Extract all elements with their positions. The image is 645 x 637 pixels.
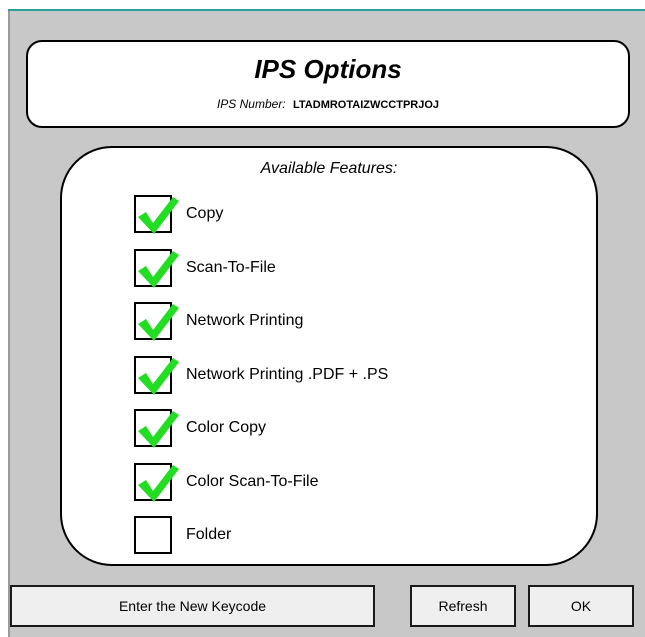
feature-checkbox[interactable]: [134, 195, 179, 234]
refresh-button[interactable]: Refresh: [410, 585, 516, 627]
feature-checkbox[interactable]: [134, 248, 179, 288]
features-header: Available Features:: [260, 160, 398, 177]
feature-label: Network Printing .PDF + .PS: [186, 365, 389, 383]
dialog-title: IPS Options: [254, 54, 402, 84]
ips-number-label: IPS Number:: [216, 97, 286, 111]
green-check-icon: [138, 304, 179, 341]
feature-item: Network Printing .PDF + .PS: [134, 355, 554, 395]
ips-number-value: LTADMROTAIZWCCTPRJOJ: [293, 99, 440, 111]
window-left-edge: [8, 11, 10, 637]
feature-item: Color Copy: [134, 408, 554, 448]
green-check-icon: [138, 464, 179, 502]
feature-label: Color Scan-To-File: [186, 472, 319, 490]
feature-checkbox[interactable]: [134, 409, 179, 448]
feature-checkbox[interactable]: [134, 516, 172, 554]
ok-button[interactable]: OK: [528, 585, 634, 627]
feature-checkbox[interactable]: [134, 462, 179, 502]
feature-item: Scan-To-File: [134, 248, 554, 288]
feature-label: Folder: [186, 526, 232, 543]
feature-label: Color Copy: [186, 419, 267, 436]
ips-options-window: IPS Options IPS Number: LTADMROTAIZWCCTP…: [0, 0, 645, 637]
feature-label: Copy: [186, 205, 224, 222]
feature-label: Scan-To-File: [186, 258, 276, 276]
header-panel: IPS Options IPS Number: LTADMROTAIZWCCTP…: [26, 40, 630, 128]
feature-item: Copy: [134, 194, 554, 234]
feature-item: Folder: [134, 515, 554, 555]
feature-label: Network Printing: [186, 312, 304, 329]
green-check-icon: [138, 197, 179, 234]
features-panel: Available Features: Copy Scan-To-File Netw…: [60, 146, 598, 566]
feature-checkbox[interactable]: [134, 355, 179, 395]
enter-keycode-button[interactable]: Enter the New Keycode: [10, 585, 375, 627]
green-check-icon: [138, 250, 179, 288]
green-check-icon: [138, 411, 179, 448]
feature-item: Color Scan-To-File: [134, 462, 554, 502]
green-check-icon: [138, 357, 179, 395]
feature-checkbox[interactable]: [134, 302, 179, 341]
feature-item: Network Printing: [134, 301, 554, 341]
ips-number-line: IPS Number: LTADMROTAIZWCCTPRJOJ: [28, 97, 628, 111]
